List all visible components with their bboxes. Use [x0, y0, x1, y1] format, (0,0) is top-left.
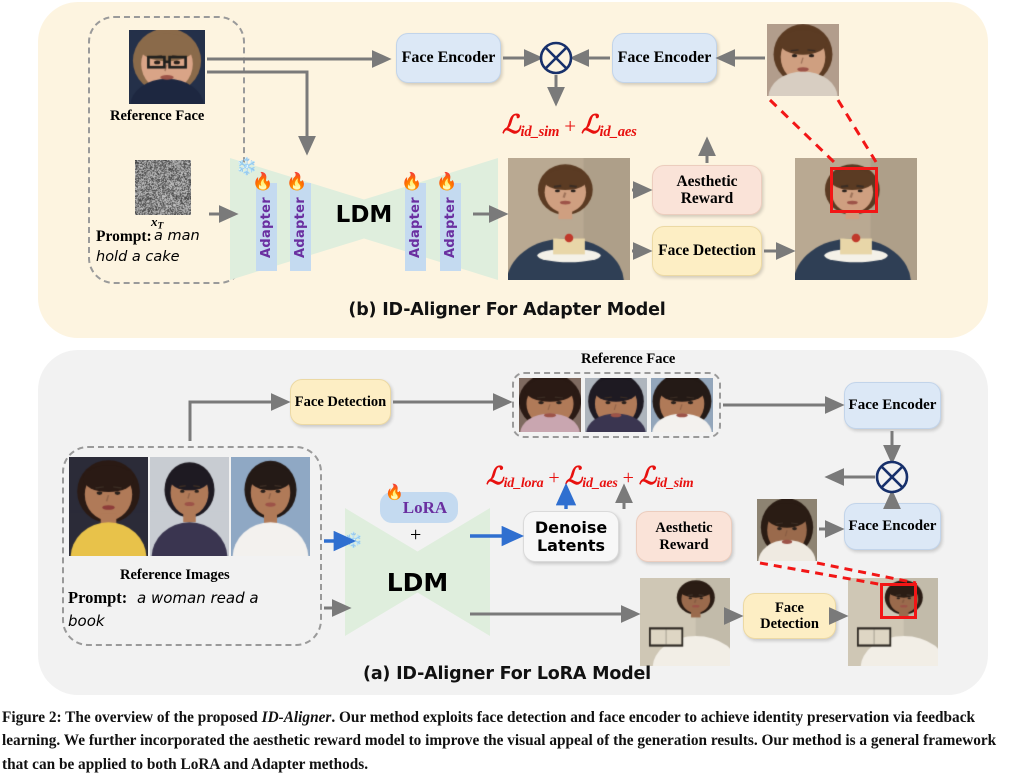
face-encoder-left-box[interactable]: Face Encoder — [396, 33, 501, 83]
aesthetic-reward-label: Aesthetic Reward — [676, 172, 738, 207]
reference-face-crop-2 — [585, 378, 647, 432]
generated-face-crop-image — [767, 24, 839, 96]
lora-loss-operator-1: + — [548, 467, 560, 489]
adapter-prompt-line1: a man — [154, 228, 200, 244]
reference-face-image — [129, 30, 205, 104]
lora-reference-face-label: Reference Face — [581, 351, 676, 367]
reference-face-label: Reference Face — [110, 108, 205, 124]
noise-latent-image — [135, 160, 191, 215]
lora-generated-image — [640, 578, 730, 666]
face-encoder-right-label: Face Encoder — [617, 49, 712, 67]
face-encoder-right-box[interactable]: Face Encoder — [612, 33, 717, 83]
caption-part1: The overview of the proposed — [61, 709, 262, 726]
reference-image-2 — [150, 457, 229, 556]
lora-prompt-line1: a woman read a — [137, 589, 259, 607]
lora-ldm-block: LDM — [345, 508, 490, 636]
face-encoder-bottom-label: Face Encoder — [848, 518, 937, 535]
adapter-prompt-line2: hold a cake — [96, 249, 180, 265]
denoise-latents-box[interactable]: Denoise Latents — [523, 511, 619, 562]
face-detection-top-label: Face Detection — [294, 393, 387, 410]
lora-loss-term3: id_sim — [656, 476, 694, 492]
adapter-block-4: Adapter — [440, 183, 461, 271]
fire-icon: 🔥 — [436, 172, 458, 191]
lora-prompt-line2: book — [68, 612, 105, 630]
caption-italic-title: ID-Aligner — [261, 709, 332, 726]
lora-loss-operator-2: + — [622, 467, 634, 489]
adapter-loss-operator: + — [564, 114, 577, 138]
figure-caption: Figure 2: The overview of the proposed I… — [2, 706, 1012, 776]
face-detection-bbox — [830, 167, 878, 213]
snowflake-icon: ❄️ — [344, 533, 363, 549]
reference-face-crop-1 — [519, 378, 581, 432]
lora-loss-term1: id_lora — [503, 476, 544, 492]
face-detection-bottom-label: Face Detection — [760, 599, 819, 632]
reference-face-crop-3 — [651, 378, 713, 432]
adapter-loss-term1: id_sim — [520, 124, 560, 141]
face-encoder-left-label: Face Encoder — [401, 49, 496, 67]
lora-loss-formula: ℒid_lora + ℒid_aes + ℒid_sim — [486, 461, 694, 492]
reference-images-label: Reference Images — [120, 567, 230, 583]
lora-ldm-label: LDM — [386, 568, 449, 597]
fire-icon: 🔥 — [286, 172, 308, 191]
aesthetic-reward-box-lora[interactable]: Aesthetic Reward — [636, 511, 732, 562]
face-detection-box-adapter[interactable]: Face Detection — [652, 226, 762, 276]
face-encoder-bottom-box[interactable]: Face Encoder — [844, 503, 941, 550]
fire-icon: 🔥 — [401, 172, 423, 191]
panel-b-caption: (b) ID-Aligner For Adapter Model — [348, 300, 666, 320]
face-detection-label: Face Detection — [658, 242, 756, 260]
panel-a-caption: (a) ID-Aligner For LoRA Model — [363, 664, 651, 684]
aesthetic-reward-label-lora: Aesthetic Reward — [655, 520, 713, 553]
adapter-block-1: Adapter — [256, 183, 277, 271]
adapter-loss-term2: id_aes — [599, 124, 637, 141]
lora-prompt-label: Prompt: — [68, 588, 128, 607]
lora-loss-term2: id_aes — [582, 476, 618, 492]
adapter-prompt-label: Prompt: — [96, 228, 152, 245]
face-encoder-top-box[interactable]: Face Encoder — [844, 382, 941, 429]
lora-detected-face-crop — [757, 499, 817, 561]
face-detection-box-lora-top[interactable]: Face Detection — [290, 379, 391, 425]
aesthetic-reward-box-adapter[interactable]: Aesthetic Reward — [652, 165, 762, 215]
adapter-block-3: Adapter — [405, 183, 426, 271]
reference-image-3 — [231, 457, 310, 556]
reference-image-1 — [69, 457, 148, 556]
adapter-block-2: Adapter — [290, 183, 311, 271]
caption-prefix: Figure 2: — [2, 709, 62, 726]
face-detection-box-lora-bottom[interactable]: Face Detection — [743, 593, 836, 639]
denoise-latents-label: Denoise Latents — [534, 517, 608, 555]
face-encoder-top-label: Face Encoder — [848, 397, 937, 414]
fire-icon: 🔥 — [252, 172, 274, 191]
lora-face-detection-bbox — [880, 583, 917, 619]
figure-canvas: Reference Face xT Prompt: a man hold a c… — [0, 0, 1014, 782]
generated-image — [508, 158, 630, 280]
fire-icon: 🔥 — [385, 485, 404, 501]
adapter-loss-formula: ℒid_sim + ℒid_aes — [502, 110, 637, 141]
